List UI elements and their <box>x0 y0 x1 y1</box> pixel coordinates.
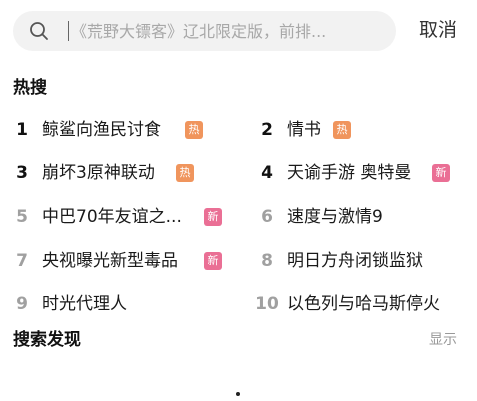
hot-item-text: 情书 <box>287 120 321 140</box>
hot-rank: 5 <box>16 207 28 227</box>
page-indicator-dot <box>236 392 240 396</box>
hot-search-item[interactable]: 5 中巴70年友谊之... 新 <box>10 204 235 230</box>
text-cursor <box>68 21 69 41</box>
search-page: 取消 热搜 1 鲸鲨向渔民讨食 热 2 情书 热 3 崩坏3原神联动 热 4 天… <box>0 0 477 401</box>
hot-rank: 6 <box>261 207 273 227</box>
hot-rank: 4 <box>261 163 273 183</box>
hot-badge: 热 <box>176 164 194 182</box>
hot-rank: 2 <box>261 120 273 140</box>
hot-item-text: 中巴70年友谊之... <box>42 207 182 227</box>
cancel-button[interactable]: 取消 <box>419 17 457 43</box>
hot-search-item[interactable]: 7 央视曝光新型毒品 新 <box>10 248 235 274</box>
search-icon <box>30 22 48 40</box>
search-header: 取消 <box>0 0 477 62</box>
hot-item-text: 速度与激情9 <box>287 207 383 227</box>
hot-search-item[interactable]: 1 鲸鲨向渔民讨食 热 <box>10 117 235 143</box>
hot-rank: 3 <box>16 163 28 183</box>
hot-search-title: 热搜 <box>13 78 47 98</box>
search-box[interactable] <box>13 11 396 51</box>
hot-search-item[interactable]: 4 天谕手游 奥特曼 新 <box>255 160 477 186</box>
hot-item-text: 以色列与哈马斯停火 <box>287 294 440 314</box>
hot-item-text: 央视曝光新型毒品 <box>42 251 178 271</box>
new-badge: 新 <box>432 164 450 182</box>
hot-search-item[interactable]: 9 时光代理人 <box>10 291 235 317</box>
hot-search-item[interactable]: 6 速度与激情9 <box>255 204 477 230</box>
hot-search-item[interactable]: 2 情书 热 <box>255 117 477 143</box>
hot-rank: 10 <box>255 294 279 314</box>
new-badge: 新 <box>204 208 222 226</box>
search-input[interactable] <box>71 11 385 51</box>
hot-item-text: 天谕手游 奥特曼 <box>287 163 412 183</box>
hot-badge: 热 <box>185 121 203 139</box>
hot-badge: 热 <box>333 121 351 139</box>
new-badge: 新 <box>204 252 222 270</box>
hot-rank: 8 <box>261 251 273 271</box>
hot-rank: 9 <box>16 294 28 314</box>
hot-item-text: 崩坏3原神联动 <box>42 163 155 183</box>
hot-item-text: 鲸鲨向渔民讨食 <box>42 120 161 140</box>
hot-rank: 1 <box>16 120 28 140</box>
search-discover-title: 搜索发现 <box>13 330 81 350</box>
hot-search-item[interactable]: 8 明日方舟闭锁监狱 <box>255 248 477 274</box>
hot-item-text: 时光代理人 <box>42 294 127 314</box>
hot-search-item[interactable]: 3 崩坏3原神联动 热 <box>10 160 235 186</box>
show-discover-toggle[interactable]: 显示 <box>429 331 457 349</box>
hot-search-item[interactable]: 10 以色列与哈马斯停火 <box>255 291 470 317</box>
hot-rank: 7 <box>16 251 28 271</box>
hot-item-text: 明日方舟闭锁监狱 <box>287 251 423 271</box>
